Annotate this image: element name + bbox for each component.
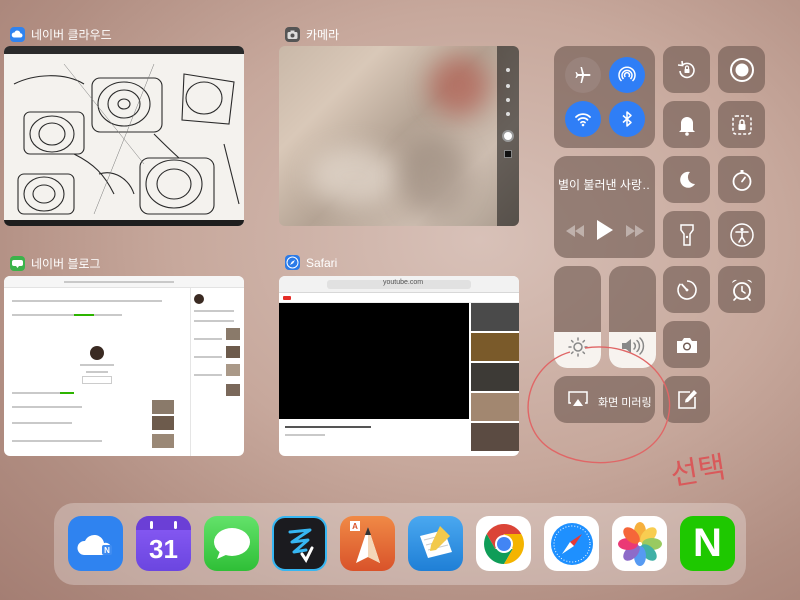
photos-icon xyxy=(617,521,662,566)
pen-icon xyxy=(288,528,313,563)
dock-app-notes[interactable] xyxy=(408,516,463,571)
chrome-icon xyxy=(483,523,524,564)
safari-icon xyxy=(550,522,593,565)
messages-icon xyxy=(213,527,250,559)
svg-text:A: A xyxy=(352,522,358,531)
dock-app-sketchbook[interactable]: A xyxy=(340,516,395,571)
dock-app-chrome[interactable] xyxy=(476,516,531,571)
dock-app-safari[interactable] xyxy=(544,516,599,571)
notes-icon xyxy=(419,525,452,558)
cloud-icon: N xyxy=(76,534,112,555)
dock-app-messages[interactable] xyxy=(204,516,259,571)
annotation-text: 선택 xyxy=(668,449,729,494)
dock: N 31 A N xyxy=(54,503,746,585)
dock-app-naver-cloud[interactable]: N xyxy=(68,516,123,571)
dock-app-photos[interactable] xyxy=(612,516,667,571)
dock-app-naver[interactable]: N xyxy=(680,516,735,571)
pencil-icon: A xyxy=(349,520,380,563)
svg-text:N: N xyxy=(104,546,110,555)
dock-app-zoom-notes[interactable] xyxy=(272,516,327,571)
dock-app-calendar[interactable]: 31 xyxy=(136,516,191,571)
naver-icon: N xyxy=(693,521,722,565)
